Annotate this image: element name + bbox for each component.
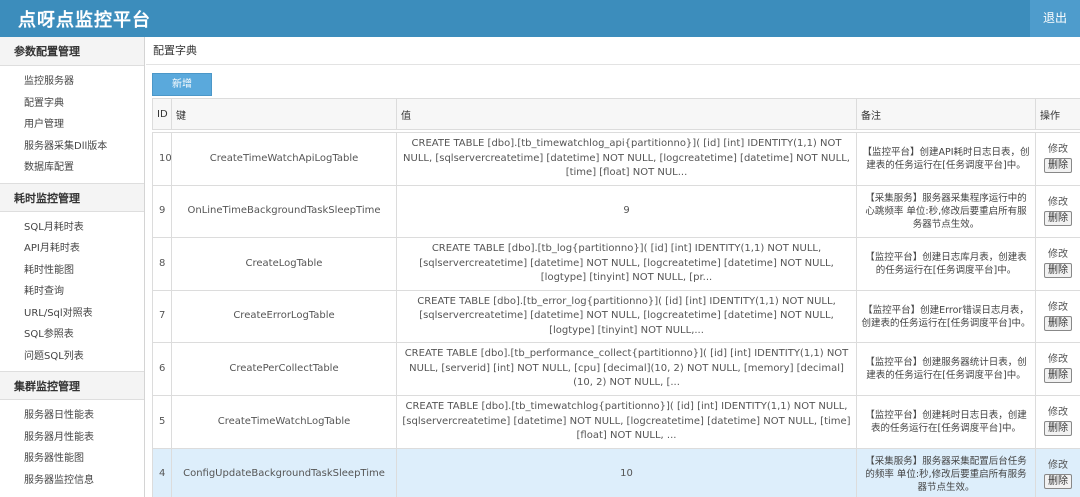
cell-value: 9 [396, 184, 857, 239]
cell-ops: 修改 删除 [1035, 289, 1080, 344]
delete-button[interactable]: 删除 [1044, 263, 1072, 279]
delete-button[interactable]: 删除 [1044, 315, 1072, 331]
cell-value: CREATE TABLE [dbo].[tb_timewatchlog_api{… [396, 132, 857, 186]
sidebar-item-dll-version[interactable]: 服务器采集Dll版本 [0, 136, 144, 158]
sidebar-item-server-info[interactable]: 服务器监控信息 [0, 470, 144, 492]
edit-link[interactable]: 修改 [1036, 144, 1080, 156]
cell-id: 4 [152, 447, 172, 497]
sidebar-item-monitor-servers[interactable]: 监控服务器 [0, 71, 144, 93]
add-button[interactable]: 新增 [152, 73, 212, 96]
sidebar-item-db-config[interactable]: 数据库配置 [0, 157, 144, 179]
cell-key: CreateTimeWatchLogTable [171, 394, 397, 449]
sidebar-item-timing-chart[interactable]: 耗时性能图 [0, 260, 144, 282]
sidebar: 参数配置管理 监控服务器 配置字典 用户管理 服务器采集Dll版本 数据库配置 … [0, 37, 145, 497]
breadcrumb: 配置字典 [146, 37, 1080, 65]
cell-ops: 修改 删除 [1035, 447, 1080, 497]
cell-note: 【监控平台】创建日志库月表，创建表的任务运行在[任务调度平台]中。 [856, 237, 1036, 291]
column-header-key: 键 [171, 98, 397, 130]
main-content: 配置字典 新增 ID 键 值 备注 操作 10 CreateTimeWatchA… [146, 37, 1080, 497]
sidebar-item-server-daily[interactable]: 服务器日性能表 [0, 405, 144, 427]
column-header-value: 值 [396, 98, 857, 130]
table-row[interactable]: 9 OnLineTimeBackgroundTaskSleepTime 9 【采… [152, 184, 1080, 239]
edit-link[interactable]: 修改 [1036, 354, 1080, 366]
cell-value: CREATE TABLE [dbo].[tb_log{partitionno}]… [396, 237, 857, 291]
cell-note: 【监控平台】创建耗时日志日表，创建表的任务运行在[任务调度平台]中。 [856, 394, 1036, 449]
edit-link[interactable]: 修改 [1036, 460, 1080, 472]
cell-key: CreatePerCollectTable [171, 342, 397, 396]
column-header-ops: 操作 [1035, 98, 1080, 130]
cell-key: CreateTimeWatchApiLogTable [171, 132, 397, 186]
sidebar-item-sql-reference[interactable]: SQL参照表 [0, 324, 144, 346]
sidebar-item-server-monthly[interactable]: 服务器月性能表 [0, 427, 144, 449]
column-header-id: ID [152, 98, 172, 130]
sidebar-group-cluster[interactable]: 集群监控管理 [0, 371, 144, 400]
sidebar-item-url-sql-map[interactable]: URL/Sql对照表 [0, 303, 144, 325]
edit-link[interactable]: 修改 [1036, 249, 1080, 261]
cell-id: 8 [152, 237, 172, 291]
table-row[interactable]: 7 CreateErrorLogTable CREATE TABLE [dbo]… [152, 289, 1080, 344]
column-header-note: 备注 [856, 98, 1036, 130]
logout-button[interactable]: 退出 [1030, 0, 1080, 37]
delete-button[interactable]: 删除 [1044, 210, 1072, 226]
cell-id: 5 [152, 394, 172, 449]
sidebar-item-problem-sql[interactable]: 问题SQL列表 [0, 346, 144, 368]
cell-value: CREATE TABLE [dbo].[tb_error_log{partiti… [396, 289, 857, 344]
cell-note: 【监控平台】创建Error错误日志月表，创建表的任务运行在[任务调度平台]中。 [856, 289, 1036, 344]
table-row-highlighted[interactable]: 4 ConfigUpdateBackgroundTaskSleepTime 10… [152, 447, 1080, 497]
sidebar-item-api-monthly[interactable]: API月耗时表 [0, 238, 144, 260]
cell-ops: 修改 删除 [1035, 132, 1080, 186]
cell-key: ConfigUpdateBackgroundTaskSleepTime [171, 447, 397, 497]
delete-button[interactable]: 删除 [1044, 368, 1072, 384]
sidebar-item-sql-monthly[interactable]: SQL月耗时表 [0, 217, 144, 239]
cell-value: CREATE TABLE [dbo].[tb_performance_colle… [396, 342, 857, 396]
sidebar-group-timing[interactable]: 耗时监控管理 [0, 182, 144, 212]
table-header-row: ID 键 值 备注 操作 [152, 98, 1080, 130]
cell-id: 9 [152, 184, 172, 239]
cell-note: 【监控平台】创建API耗时日志日表，创建表的任务运行在[任务调度平台]中。 [856, 132, 1036, 186]
delete-button[interactable]: 删除 [1044, 158, 1072, 174]
app-title: 点呀点监控平台 [18, 10, 151, 31]
edit-link[interactable]: 修改 [1036, 407, 1080, 419]
cell-note: 【采集服务】服务器采集程序运行中的心跳频率 单位:秒,修改后要重启所有服务器节点… [856, 184, 1036, 239]
cell-value: 10 [396, 447, 857, 497]
cell-ops: 修改 删除 [1035, 342, 1080, 396]
delete-button[interactable]: 删除 [1044, 421, 1072, 437]
cell-key: CreateErrorLogTable [171, 289, 397, 344]
cell-ops: 修改 删除 [1035, 237, 1080, 291]
sidebar-item-timing-query[interactable]: 耗时查询 [0, 281, 144, 303]
cell-id: 6 [152, 342, 172, 396]
cell-key: OnLineTimeBackgroundTaskSleepTime [171, 184, 397, 239]
cell-ops: 修改 删除 [1035, 184, 1080, 239]
table-row[interactable]: 10 CreateTimeWatchApiLogTable CREATE TAB… [152, 132, 1080, 186]
table-row[interactable]: 8 CreateLogTable CREATE TABLE [dbo].[tb_… [152, 237, 1080, 291]
cell-note: 【采集服务】服务器采集配置后台任务的频率 单位:秒,修改后要重启所有服务器节点生… [856, 447, 1036, 497]
config-table: ID 键 值 备注 操作 10 CreateTimeWatchApiLogTab… [152, 98, 1080, 497]
cell-id: 10 [152, 132, 172, 186]
sidebar-item-config-dictionary[interactable]: 配置字典 [0, 93, 144, 115]
table-row[interactable]: 5 CreateTimeWatchLogTable CREATE TABLE [… [152, 394, 1080, 449]
cell-note: 【监控平台】创建服务器统计日表，创建表的任务运行在[任务调度平台]中。 [856, 342, 1036, 396]
edit-link[interactable]: 修改 [1036, 197, 1080, 209]
sidebar-group-params[interactable]: 参数配置管理 [0, 37, 144, 66]
top-bar: 点呀点监控平台 退出 [0, 0, 1080, 37]
cell-id: 7 [152, 289, 172, 344]
table-row[interactable]: 6 CreatePerCollectTable CREATE TABLE [db… [152, 342, 1080, 396]
cell-key: CreateLogTable [171, 237, 397, 291]
sidebar-item-server-chart[interactable]: 服务器性能图 [0, 448, 144, 470]
edit-link[interactable]: 修改 [1036, 302, 1080, 314]
delete-button[interactable]: 删除 [1044, 473, 1072, 489]
cell-value: CREATE TABLE [dbo].[tb_timewatchlog{part… [396, 394, 857, 449]
cell-ops: 修改 删除 [1035, 394, 1080, 449]
sidebar-item-user-management[interactable]: 用户管理 [0, 114, 144, 136]
